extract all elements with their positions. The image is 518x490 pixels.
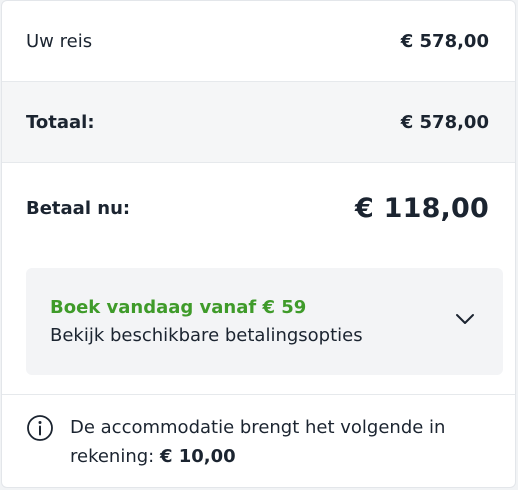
- accommodation-fee-notice: De accommodatie brengt het volgende in r…: [26, 413, 496, 471]
- divider: [2, 394, 515, 395]
- payment-options-toggle[interactable]: Boek vandaag vanaf € 59 Bekijk beschikba…: [26, 268, 503, 375]
- notice-text: De accommodatie brengt het volgende in r…: [70, 413, 496, 471]
- total-amount: € 578,00: [400, 111, 489, 133]
- total-price-row: Totaal: € 578,00: [2, 82, 515, 163]
- pay-now-amount: € 118,00: [355, 192, 489, 224]
- payment-offer-title: Boek vandaag vanaf € 59: [50, 297, 307, 318]
- trip-label: Uw reis: [26, 30, 93, 52]
- price-summary-card: Uw reis € 578,00 Totaal: € 578,00 Betaal…: [1, 0, 516, 488]
- payment-offer-subtitle: Bekijk beschikbare betalingsopties: [50, 325, 363, 346]
- chevron-down-icon[interactable]: [455, 312, 475, 326]
- notice-amount: € 10,00: [159, 446, 236, 467]
- total-label: Totaal:: [26, 111, 95, 133]
- info-circle-icon: [27, 415, 53, 441]
- pay-now-label: Betaal nu:: [26, 197, 131, 219]
- trip-amount: € 578,00: [400, 30, 489, 52]
- notice-message: De accommodatie brengt het volgende in r…: [70, 417, 446, 467]
- pay-now-row: Betaal nu: € 118,00: [2, 163, 515, 253]
- trip-price-row: Uw reis € 578,00: [2, 1, 515, 82]
